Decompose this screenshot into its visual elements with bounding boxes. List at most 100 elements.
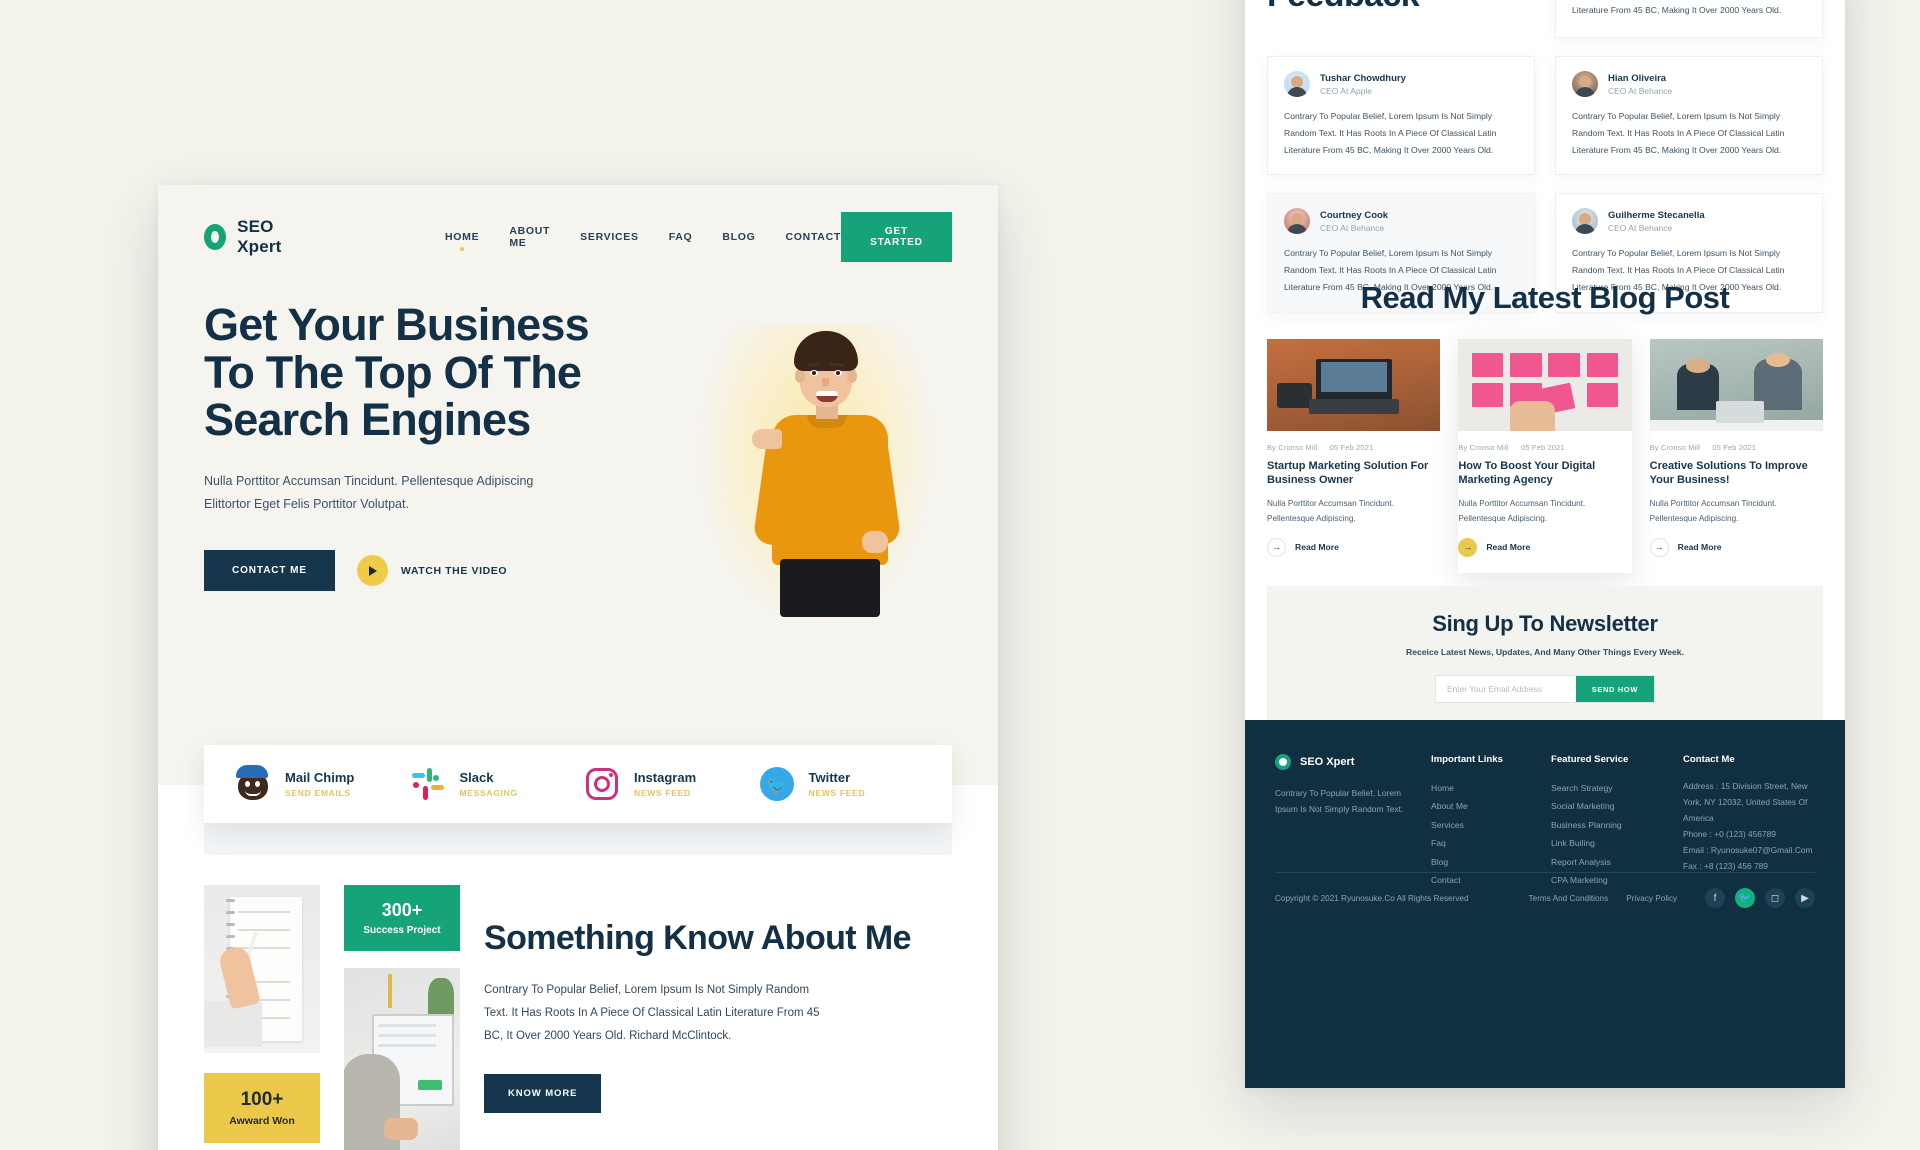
blog-meta: By Cronso Mill 05 Feb 2021 <box>1267 443 1440 452</box>
play-icon <box>356 555 388 587</box>
feedback-author: Courtney Cook <box>1320 209 1389 221</box>
footer: SEO Xpert Contrary To Popular Belief, Lo… <box>1245 720 1845 1088</box>
footer-contact-column: Contact Me Address : 15 Division Street,… <box>1683 754 1815 890</box>
know-more-button[interactable]: KNOW MORE <box>484 1074 602 1114</box>
footer-link-services[interactable]: Services <box>1431 816 1533 834</box>
blog-meta: By Cronso Mill 05 Feb 2021 <box>1650 443 1823 452</box>
email-input[interactable] <box>1436 676 1576 702</box>
stat-number: 300+ <box>381 900 423 920</box>
thumb-pointing-icon <box>752 429 782 449</box>
footer-service-report-analysis[interactable]: Report Analysis <box>1551 853 1665 871</box>
read-more-button[interactable]: → Read More <box>1267 537 1440 557</box>
navbar: SEO Xpert HOME ABOUT ME SERVICES FAQ BLO… <box>158 185 998 263</box>
footer-brand-name: SEO Xpert <box>1300 756 1355 768</box>
nav-item-faq[interactable]: FAQ <box>669 231 693 243</box>
brand-item-mailchimp[interactable]: Mail Chimp SEND EMAILS <box>234 765 399 803</box>
read-more-button[interactable]: → Read More <box>1649 537 1823 557</box>
footer-link-faq[interactable]: Faq <box>1431 834 1533 852</box>
lower-page-mockup: Feedback Contrary To Popular Belief, Lor… <box>1245 0 1845 1088</box>
blog-section-title: Read My Latest Blog Post <box>1360 280 1730 315</box>
send-now-button[interactable]: SEND HOW <box>1575 676 1654 702</box>
nav-item-blog[interactable]: BLOG <box>722 231 755 243</box>
feedback-role: CEO At Behance <box>1320 222 1385 233</box>
about-text: Contrary To Popular Belief, Lorem Ipsum … <box>484 984 820 1043</box>
footer-service-column: Featured Service Search Strategy Social … <box>1551 754 1665 890</box>
footer-column-title: Important Links <box>1430 754 1503 765</box>
footer-phone: Phone : +0 (123) 456789 <box>1682 828 1776 839</box>
arrow-right-icon: → <box>1458 537 1478 557</box>
brand-sublabel: NEWS FEED <box>634 788 691 798</box>
terms-link[interactable]: Terms And Conditions <box>1529 894 1609 903</box>
footer-column-title: Contact Me <box>1682 754 1735 765</box>
brand-logo[interactable]: SEO Xpert <box>204 217 295 257</box>
youtube-icon[interactable]: ▶ <box>1795 888 1815 908</box>
footer-description: Contrary To Popular Belief, Lorem Ipsum … <box>1275 788 1404 814</box>
blog-section: Read My Latest Blog Post By Cronso Mill … <box>1245 280 1845 573</box>
hero-title: Get Your Business To The Top Of The Sear… <box>204 299 590 446</box>
blog-date: 05 Feb 2021 <box>1712 442 1757 452</box>
twitter-icon: 🐦 <box>758 765 796 803</box>
watch-video-button[interactable]: WATCH THE VIDEO <box>356 555 507 587</box>
footer-column-title: Featured Service <box>1550 754 1629 765</box>
footer-service-business-planning[interactable]: Business Planning <box>1551 816 1665 834</box>
blog-meta: By Cronso Mill 05 Feb 2021 <box>1458 443 1631 452</box>
hero-body: Get Your Business To The Top Of The Sear… <box>158 263 998 625</box>
twitter-icon[interactable]: 🐦 <box>1735 888 1755 908</box>
blog-date: 05 Feb 2021 <box>1329 442 1374 452</box>
footer-address: Address : 15 Division Street, New York, … <box>1682 781 1808 823</box>
brand-item-slack[interactable]: Slack MESSAGING <box>409 765 574 803</box>
arrow-right-icon: → <box>1649 537 1669 557</box>
blog-card[interactable]: By Cronso Mill 05 Feb 2021 How To Boost … <box>1458 338 1632 573</box>
brand-sublabel: MESSAGING <box>459 788 518 798</box>
blog-grid: By Cronso Mill 05 Feb 2021 Startup Marke… <box>1267 338 1823 573</box>
footer-link-blog[interactable]: Blog <box>1431 853 1533 871</box>
blog-excerpt: Nulla Porttitor Accumsan Tincidunt. Pell… <box>1458 498 1586 523</box>
blog-author: By Cronso Mill <box>1267 442 1318 452</box>
read-more-button[interactable]: → Read More <box>1458 537 1631 557</box>
social-links: f 🐦 ◻ ▶ <box>1705 888 1815 908</box>
contact-me-button[interactable]: CONTACT ME <box>204 550 335 592</box>
newsletter-section: Sing Up To Newsletter Receice Latest New… <box>1267 586 1823 728</box>
avatar <box>1572 208 1598 235</box>
blog-card[interactable]: By Cronso Mill 05 Feb 2021 Creative Solu… <box>1649 338 1823 573</box>
brand-label: Instagram <box>634 770 697 785</box>
privacy-link[interactable]: Privacy Policy <box>1626 894 1677 903</box>
feedback-text: Contrary To Popular Belief, Lorem Ipsum … <box>1572 4 1782 15</box>
footer-service-search-strategy[interactable]: Search Strategy <box>1551 779 1665 797</box>
footer-divider <box>1275 872 1815 873</box>
brand-item-instagram[interactable]: Instagram NEWS FEED <box>583 765 748 803</box>
read-more-label: Read More <box>1677 542 1722 553</box>
get-started-button[interactable]: GET STARTED <box>840 212 952 262</box>
footer-link-about-me[interactable]: About Me <box>1431 797 1533 815</box>
nav-item-home[interactable]: HOME <box>445 231 479 243</box>
footer-links-column: Important Links Home About Me Services F… <box>1431 754 1533 890</box>
instagram-icon <box>583 765 621 803</box>
feedback-author: Hian Oliveira <box>1608 72 1667 84</box>
feedback-card: Hian Oliveira CEO At Behance Contrary To… <box>1555 56 1823 176</box>
read-more-label: Read More <box>1295 542 1339 553</box>
feedback-card: Tushar Chowdhury CEO At Apple Contrary T… <box>1267 56 1535 176</box>
footer-bottom-bar: Copyright © 2021 Ryunosuke.Co All Rights… <box>1275 888 1815 908</box>
brand-sublabel: SEND EMAILS <box>285 788 351 798</box>
stat-label: Success Project <box>363 925 441 936</box>
footer-service-link-builing[interactable]: Link Builing <box>1551 834 1665 852</box>
footer-service-social-marketing[interactable]: Social Marketing <box>1551 797 1665 815</box>
nav-item-services[interactable]: SERVICES <box>580 231 639 243</box>
nav-item-contact[interactable]: CONTACT <box>786 231 841 243</box>
nav-item-about-me[interactable]: ABOUT ME <box>509 225 550 249</box>
blog-heading: How To Boost Your Digital Marketing Agen… <box>1458 459 1596 487</box>
brand-label: Slack <box>459 770 494 785</box>
read-more-label: Read More <box>1486 542 1531 553</box>
stat-label: Awward Won <box>229 1115 295 1127</box>
facebook-icon[interactable]: f <box>1705 888 1725 908</box>
blog-card[interactable]: By Cronso Mill 05 Feb 2021 Startup Marke… <box>1267 338 1441 573</box>
instagram-icon[interactable]: ◻ <box>1765 888 1785 908</box>
avatar <box>1572 71 1598 97</box>
footer-logo[interactable]: SEO Xpert <box>1275 754 1413 770</box>
brand-item-twitter[interactable]: 🐦 Twitter NEWS FEED <box>758 765 923 803</box>
footer-link-home[interactable]: Home <box>1431 779 1533 797</box>
feedback-text: Contrary To Popular Belief, Lorem Ipsum … <box>1572 111 1785 155</box>
logo-ring-icon <box>1275 754 1291 770</box>
blog-heading: Creative Solutions To Improve Your Busin… <box>1649 459 1808 487</box>
blog-thumbnail-image <box>1267 338 1441 431</box>
